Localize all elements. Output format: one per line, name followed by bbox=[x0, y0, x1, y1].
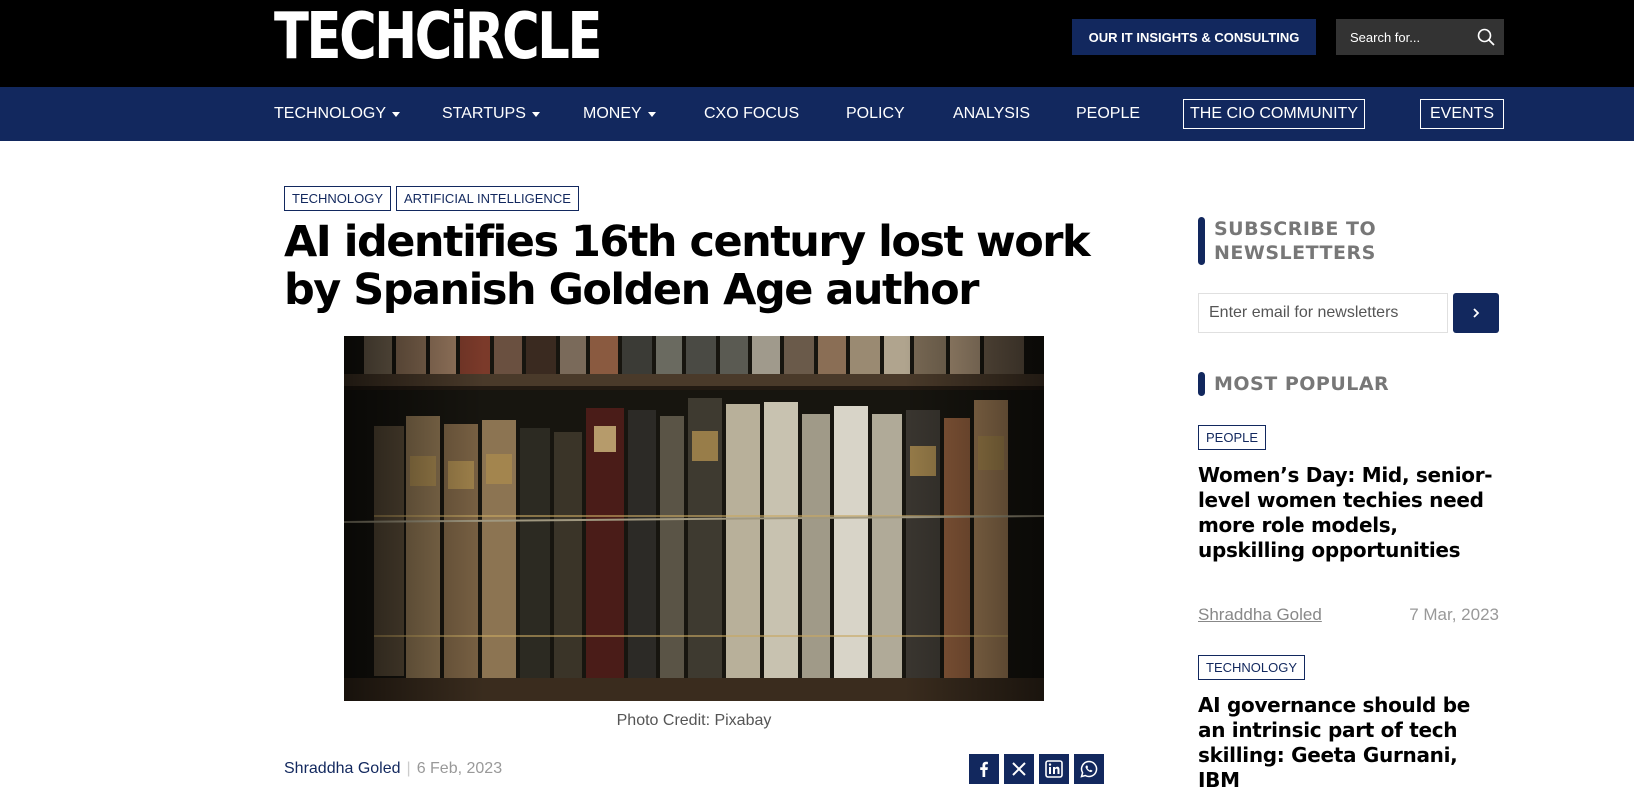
share-linkedin-button[interactable] bbox=[1039, 754, 1069, 784]
site-logo[interactable]: TECHCiRCLE bbox=[274, 2, 602, 72]
share-facebook-button[interactable] bbox=[969, 754, 999, 784]
x-icon bbox=[1012, 762, 1026, 776]
caret-down-icon bbox=[531, 111, 540, 117]
search-icon[interactable] bbox=[1476, 27, 1496, 47]
nav-item-cxo-focus[interactable]: CXO FOCUS bbox=[704, 87, 799, 141]
nav-item-analysis[interactable]: ANALYSIS bbox=[953, 87, 1030, 141]
chevron-right-icon bbox=[1473, 308, 1480, 318]
popular-tag-people[interactable]: PEOPLE bbox=[1198, 425, 1267, 450]
article-tag-technology[interactable]: TECHNOLOGY bbox=[284, 186, 392, 211]
search-box[interactable] bbox=[1336, 19, 1504, 55]
newsletter-submit-button[interactable] bbox=[1453, 293, 1499, 333]
byline-divider: | bbox=[406, 760, 411, 777]
main-nav: TECHNOLOGY STARTUPS MONEY CXO FOCUS POLI… bbox=[0, 87, 1634, 141]
nav-item-technology[interactable]: TECHNOLOGY bbox=[274, 87, 401, 141]
facebook-icon bbox=[980, 761, 988, 777]
popular-article-title[interactable]: AI governance should be an intrinsic par… bbox=[1198, 693, 1498, 793]
popular-article-date: 7 Mar, 2023 bbox=[1409, 605, 1499, 624]
nav-label: STARTUPS bbox=[442, 105, 526, 122]
popular-tag-technology[interactable]: TECHNOLOGY bbox=[1198, 655, 1306, 680]
popular-article-author[interactable]: Shraddha Goled bbox=[1198, 605, 1322, 625]
article-author-link[interactable]: Shraddha Goled bbox=[284, 760, 401, 778]
linkedin-icon bbox=[1045, 760, 1063, 778]
nav-item-people[interactable]: PEOPLE bbox=[1076, 87, 1140, 141]
nav-item-startups[interactable]: STARTUPS bbox=[442, 87, 540, 141]
article-tag-ai[interactable]: ARTIFICIAL INTELLIGENCE bbox=[396, 186, 579, 211]
newsletter-email-input[interactable] bbox=[1198, 293, 1448, 333]
photo-caption: Photo Credit: Pixabay bbox=[616, 712, 772, 729]
top-header: TECHCiRCLE OUR IT INSIGHTS & CONSULTING bbox=[0, 0, 1634, 87]
caret-down-icon bbox=[647, 111, 656, 117]
article-byline: Shraddha Goled | 6 Feb, 2023 bbox=[284, 760, 502, 778]
nav-item-policy[interactable]: POLICY bbox=[846, 87, 905, 141]
most-popular-heading: MOST POPULAR bbox=[1198, 372, 1389, 396]
bookshelf-image bbox=[344, 336, 1044, 701]
it-insights-button[interactable]: OUR IT INSIGHTS & CONSULTING bbox=[1072, 19, 1316, 55]
share-whatsapp-button[interactable] bbox=[1074, 754, 1104, 784]
whatsapp-icon bbox=[1080, 760, 1098, 778]
nav-label: TECHNOLOGY bbox=[274, 105, 387, 122]
nav-item-events[interactable]: EVENTS bbox=[1420, 99, 1504, 129]
search-input[interactable] bbox=[1350, 29, 1470, 45]
article-photo bbox=[344, 336, 1044, 701]
popular-article-title[interactable]: Women’s Day: Mid, senior-level women tec… bbox=[1198, 463, 1498, 563]
subscribe-heading: SUBSCRIBE TO NEWSLETTERS bbox=[1198, 217, 1398, 265]
article-date: 6 Feb, 2023 bbox=[416, 760, 503, 777]
share-x-button[interactable] bbox=[1004, 754, 1034, 784]
article-headline: AI identifies 16th century lost work by … bbox=[284, 217, 1091, 315]
nav-item-cio-community[interactable]: THE CIO COMMUNITY bbox=[1183, 99, 1365, 129]
nav-label: MONEY bbox=[583, 105, 642, 122]
caret-down-icon bbox=[392, 111, 401, 117]
nav-item-money[interactable]: MONEY bbox=[583, 87, 656, 141]
